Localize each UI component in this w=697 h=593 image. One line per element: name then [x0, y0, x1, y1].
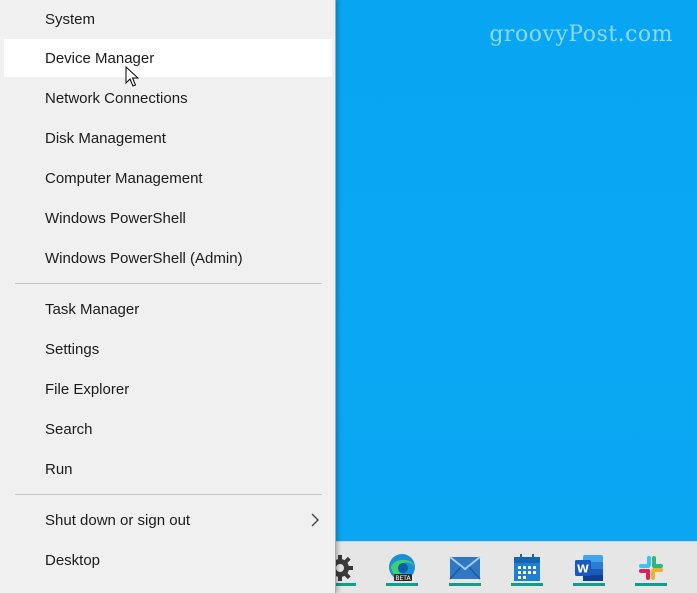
menu-item-run[interactable]: Run: [4, 450, 332, 488]
menu-item-label: Disk Management: [45, 129, 166, 147]
menu-item-label: Run: [45, 460, 73, 478]
menu-separator: [15, 494, 322, 495]
menu-item-device-manager[interactable]: Device Manager: [4, 39, 332, 77]
menu-item-label: Device Manager: [45, 49, 155, 67]
screen: groovyPost.com BETA W System Device Mana…: [0, 0, 697, 593]
menu-item-label: Desktop: [45, 551, 101, 569]
menu-item-label: Shut down or sign out: [45, 511, 191, 529]
mail-icon[interactable]: [447, 550, 483, 586]
edge-beta-icon[interactable]: BETA: [384, 550, 420, 586]
word-icon[interactable]: W: [571, 550, 607, 586]
menu-item-windows-powershell-admin[interactable]: Windows PowerShell (Admin): [4, 239, 332, 277]
taskbar-active-indicator: [635, 583, 667, 586]
menu-item-label: File Explorer: [45, 380, 130, 398]
taskbar-active-indicator: [449, 583, 481, 586]
menu-item-search[interactable]: Search: [4, 410, 332, 448]
chevron-right-icon: [311, 513, 319, 527]
menu-item-network-connections[interactable]: Network Connections: [4, 79, 332, 117]
calendar-icon[interactable]: [509, 550, 545, 586]
menu-item-system[interactable]: System: [4, 0, 332, 38]
taskbar-active-indicator: [573, 583, 605, 586]
menu-item-settings[interactable]: Settings: [4, 330, 332, 368]
word-letter: W: [577, 563, 589, 576]
menu-item-label: Windows PowerShell: [45, 209, 186, 227]
menu-item-disk-management[interactable]: Disk Management: [4, 119, 332, 157]
menu-item-label: Search: [45, 420, 93, 438]
winx-context-menu: System Device Manager Network Connection…: [0, 0, 336, 593]
desktop-background: groovyPost.com: [336, 0, 697, 593]
menu-item-file-explorer[interactable]: File Explorer: [4, 370, 332, 408]
taskbar-active-indicator: [386, 583, 418, 586]
menu-item-task-manager[interactable]: Task Manager: [4, 290, 332, 328]
slack-icon[interactable]: [633, 550, 669, 586]
taskbar-active-indicator: [511, 583, 543, 586]
watermark: groovyPost.com: [489, 22, 673, 47]
menu-item-label: Computer Management: [45, 169, 203, 187]
menu-item-desktop[interactable]: Desktop: [4, 541, 332, 579]
edge-beta-badge: BETA: [395, 575, 411, 582]
menu-item-label: Settings: [45, 340, 100, 358]
menu-item-label: Task Manager: [45, 300, 140, 318]
menu-item-label: System: [45, 10, 96, 28]
mouse-cursor-icon: [125, 66, 139, 87]
menu-item-label: Network Connections: [45, 89, 188, 107]
menu-item-label: Windows PowerShell (Admin): [45, 249, 243, 267]
menu-item-windows-powershell[interactable]: Windows PowerShell: [4, 199, 332, 237]
menu-item-shut-down-or-sign-out[interactable]: Shut down or sign out: [4, 501, 332, 539]
menu-separator: [15, 283, 322, 284]
menu-item-computer-management[interactable]: Computer Management: [4, 159, 332, 197]
